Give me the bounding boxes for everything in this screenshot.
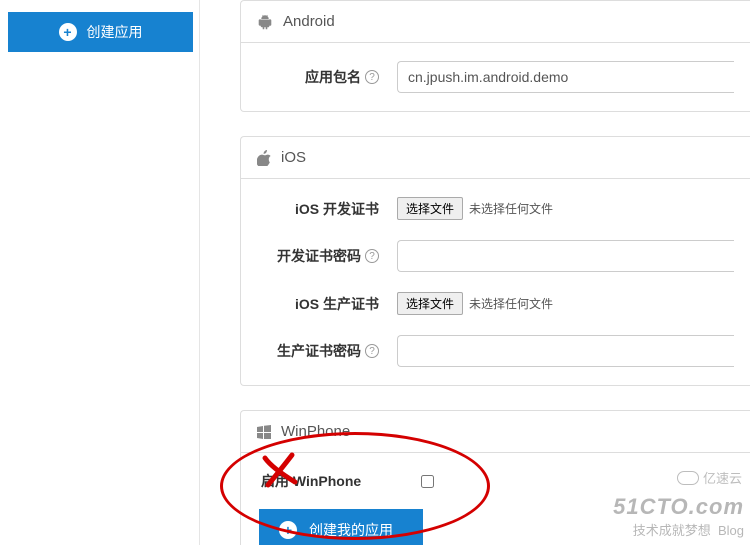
- windows-icon: [257, 425, 271, 439]
- ios-panel: iOS iOS 开发证书 选择文件 未选择任何文件 开发证书密码 ?: [240, 136, 750, 386]
- dev-cert-pwd-row: 开发证书密码 ?: [257, 240, 734, 272]
- prod-cert-label: iOS 生产证书: [257, 294, 397, 314]
- prod-cert-pwd-label: 生产证书密码 ?: [257, 341, 397, 361]
- android-title: Android: [283, 13, 335, 30]
- help-icon[interactable]: ?: [365, 249, 379, 263]
- android-icon: [257, 14, 273, 30]
- dev-cert-file-button[interactable]: 选择文件: [397, 197, 463, 220]
- dev-cert-pwd-label: 开发证书密码 ?: [257, 246, 397, 266]
- dev-cert-row: iOS 开发证书 选择文件 未选择任何文件: [257, 197, 734, 220]
- dev-cert-label: iOS 开发证书: [257, 199, 397, 219]
- ios-title: iOS: [281, 149, 306, 166]
- create-app-label: 创建应用: [87, 22, 143, 42]
- android-panel-header: Android: [241, 1, 750, 43]
- winphone-panel: WinPhone 启用 WinPhone + 创建我的应用: [240, 410, 750, 545]
- winphone-title: WinPhone: [281, 423, 350, 440]
- main-content: Android 应用包名 ? iOS: [200, 0, 750, 545]
- enable-winphone-row: 启用 WinPhone: [257, 471, 734, 491]
- help-icon[interactable]: ?: [365, 70, 379, 84]
- package-name-row: 应用包名 ?: [257, 61, 734, 93]
- prod-cert-row: iOS 生产证书 选择文件 未选择任何文件: [257, 292, 734, 315]
- prod-cert-file-status: 未选择任何文件: [469, 295, 553, 312]
- ios-panel-header: iOS: [241, 137, 750, 179]
- apple-icon: [257, 150, 271, 166]
- dev-cert-file-status: 未选择任何文件: [469, 200, 553, 217]
- package-name-input[interactable]: [397, 61, 734, 93]
- enable-winphone-label: 启用 WinPhone: [261, 471, 361, 491]
- android-panel: Android 应用包名 ?: [240, 0, 750, 112]
- dev-cert-pwd-input[interactable]: [397, 240, 734, 272]
- plus-icon: +: [59, 23, 77, 41]
- create-my-app-button[interactable]: + 创建我的应用: [259, 509, 423, 545]
- prod-cert-file-button[interactable]: 选择文件: [397, 292, 463, 315]
- winphone-panel-header: WinPhone: [241, 411, 750, 453]
- prod-cert-pwd-row: 生产证书密码 ?: [257, 335, 734, 367]
- package-name-label: 应用包名 ?: [257, 67, 397, 87]
- prod-cert-pwd-input[interactable]: [397, 335, 734, 367]
- create-my-app-label: 创建我的应用: [309, 520, 393, 540]
- create-app-button[interactable]: + 创建应用: [8, 12, 193, 52]
- plus-icon: +: [279, 521, 297, 539]
- sidebar: + 创建应用: [0, 0, 200, 545]
- enable-winphone-checkbox[interactable]: [421, 475, 434, 488]
- help-icon[interactable]: ?: [365, 344, 379, 358]
